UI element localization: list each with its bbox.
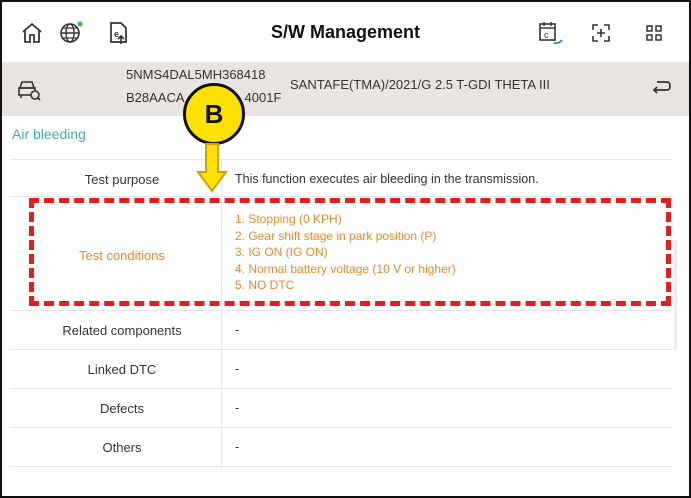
linked-dtc-value: - (235, 362, 240, 376)
app-header: e S/W Management c (2, 2, 689, 62)
related-components-value: - (235, 323, 240, 337)
others-value: - (235, 440, 240, 454)
related-components-label: Related components (62, 323, 182, 338)
divider (10, 388, 672, 389)
expand-icon[interactable] (587, 19, 615, 47)
divider (10, 466, 672, 467)
highlight-box (29, 198, 671, 306)
test-purpose-label: Test purpose (84, 172, 160, 187)
test-purpose-value: This function executes air bleeding in t… (235, 172, 539, 186)
divider (10, 310, 672, 311)
vehicle-model: SANTAFE(TMA)/2021/G 2.5 T-GDI THETA III (290, 77, 550, 92)
divider (10, 349, 672, 350)
scrollbar[interactable] (674, 240, 677, 350)
vehicle-search-icon[interactable] (16, 76, 42, 107)
divider (10, 196, 672, 197)
section-title: Air bleeding (12, 126, 86, 142)
return-icon[interactable] (649, 76, 673, 105)
calendar-icon[interactable]: c (536, 19, 564, 47)
defects-label: Defects (99, 401, 145, 416)
callout-arrow-icon (196, 143, 228, 193)
divider (10, 427, 672, 428)
vehicle-info-bar: 5NMS4DAL5MH368418 B28AACA 4001F SANTAFE(T… (2, 62, 689, 116)
linked-dtc-label: Linked DTC (87, 362, 157, 377)
grid-icon[interactable] (640, 19, 668, 47)
page-title: S/W Management (270, 22, 421, 42)
callout-badge: B (183, 83, 245, 145)
vin-line-1: 5NMS4DAL5MH368418 (126, 67, 266, 82)
svg-text:c: c (544, 30, 549, 40)
others-label: Others (102, 440, 142, 455)
divider (10, 159, 672, 160)
defects-value: - (235, 401, 240, 415)
